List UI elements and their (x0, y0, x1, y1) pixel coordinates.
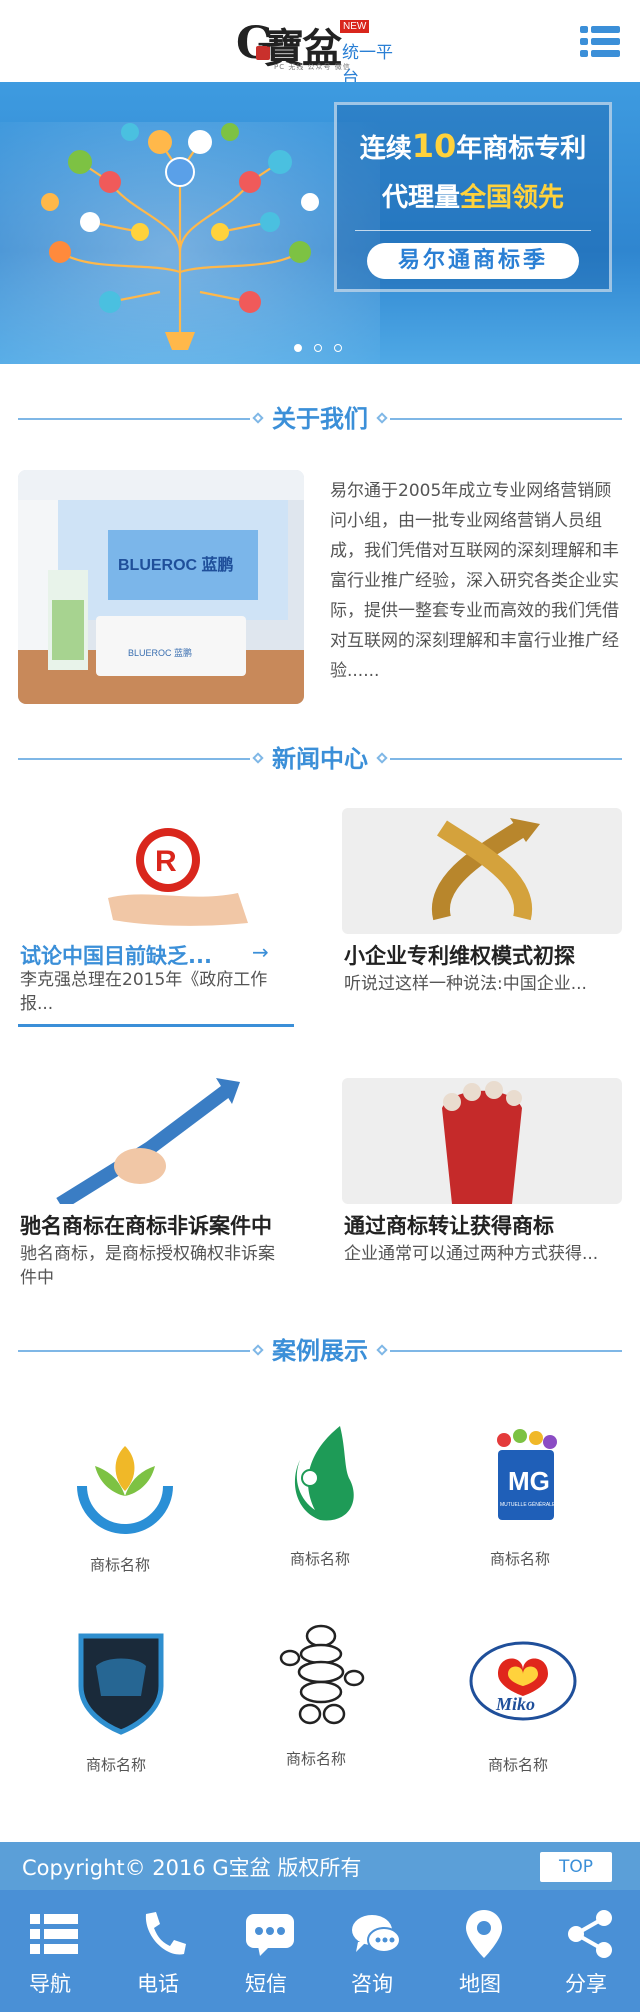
carousel-dot-1[interactable] (294, 344, 302, 352)
case-item-5[interactable]: 商标名称 (226, 1620, 406, 1790)
svg-text:R: R (155, 845, 177, 878)
nav-item-map[interactable]: 地图 (430, 1890, 536, 2012)
news-title[interactable]: 小企业专利维权模式初探 (344, 940, 620, 970)
nav-item-share[interactable]: 分享 (536, 1890, 640, 2012)
promo-line-1: 连续10年商标专利 (359, 127, 587, 165)
leaf-logo (77, 1446, 173, 1534)
cases-section-title: 案例展示 (18, 1336, 622, 1366)
nav-label: 短信 (245, 1972, 287, 1996)
miko-logo: Miko (469, 1641, 577, 1721)
back-to-top-button[interactable]: TOP (540, 1852, 612, 1882)
bottom-nav: 导航 电话 短信 咨询 地图 分享 (0, 1890, 640, 2012)
promo-box: 连续10年商标专利 代理量全国领先 易尔通商标季 (334, 102, 612, 292)
nav-item-phone[interactable]: 电话 (108, 1890, 214, 2012)
news-desc: 驰名商标，是商标授权确权非诉案件中 (20, 1244, 275, 1288)
red-foot-image (342, 1078, 622, 1204)
news-card-2[interactable]: 小企业专利维权模式初探 听说过这样一种说法:中国企业... (342, 808, 622, 1028)
copyright-bar: Copyright© 2016 G宝盆 版权所有 TOP (0, 1842, 640, 1890)
new-badge: NEW (340, 20, 370, 33)
nav-label: 导航 (29, 1972, 71, 1996)
map-pin-icon (466, 1910, 502, 1958)
carousel-dot-3[interactable] (334, 344, 342, 352)
case-name: 商标名称 (89, 1556, 150, 1574)
nav-item-consult[interactable]: 咨询 (322, 1890, 428, 2012)
green-flame-logo (294, 1426, 354, 1521)
promo-pill: 易尔通商标季 (367, 243, 579, 279)
news-card-3[interactable]: 驰名商标在商标非诉案件中 驰名商标，是商标授权确权非诉案件中 (0, 1078, 280, 1298)
share-icon (568, 1910, 612, 1958)
nav-label: 咨询 (351, 1972, 393, 1996)
brand-logo[interactable]: G 寶盆 NEW 统一平台 PC 无线 公众号 微信 (236, 16, 406, 88)
grid-menu-icon (30, 1914, 78, 1954)
news-desc: 听说过这样一种说法:中国企业... (344, 974, 587, 994)
svg-text:Miko: Miko (495, 1694, 535, 1714)
svg-text:MG: MG (508, 1466, 550, 1496)
gold-knot-image (342, 808, 622, 934)
nav-item-guide[interactable]: 导航 (0, 1890, 106, 2012)
case-name: 商标名称 (489, 1550, 550, 1568)
hero-banner[interactable]: 连续10年商标专利 代理量全国领先 易尔通商标季 (0, 82, 640, 364)
case-item-4[interactable]: 商标名称 (26, 1626, 206, 1796)
case-item-2[interactable]: 商标名称 (230, 1420, 410, 1590)
logo-tagline: 统一平台 (342, 43, 393, 88)
arrow-right-icon[interactable]: → (252, 940, 269, 964)
logo-subtitle: PC 无线 公众号 微信 (274, 63, 351, 71)
case-item-1[interactable]: 商标名称 (30, 1426, 210, 1596)
case-name: 商标名称 (289, 1550, 350, 1568)
news-desc: 企业通常可以通过两种方式获得... (344, 1244, 599, 1264)
nav-item-sms[interactable]: 短信 (216, 1890, 322, 2012)
network-tree-illustration (41, 123, 319, 350)
case-name: 商标名称 (85, 1756, 146, 1774)
active-underline (18, 1024, 294, 1027)
news-section-title: 新闻中心 (18, 744, 622, 774)
shield-logo (78, 1633, 164, 1735)
news-title[interactable]: 试论中国目前缺乏... (20, 940, 232, 970)
svg-text:BLUEROC 蓝鹏: BLUEROC 蓝鹏 (128, 647, 192, 658)
nav-label: 地图 (459, 1972, 501, 1996)
case-name: 商标名称 (285, 1750, 346, 1768)
case-item-6[interactable]: Miko 商标名称 (428, 1626, 608, 1796)
news-title[interactable]: 驰名商标在商标非诉案件中 (20, 1210, 296, 1240)
chat-icon (352, 1915, 401, 1953)
growth-arrow-image (0, 1078, 280, 1204)
svg-text:MUTUELLE GÉNÉRALE: MUTUELLE GÉNÉRALE (500, 1501, 556, 1508)
svg-text:BLUEROC 蓝鹏: BLUEROC 蓝鹏 (118, 555, 234, 574)
about-section-title: 关于我们 (18, 404, 622, 434)
michelin-man-logo (279, 1624, 365, 1725)
about-text: 易尔通于2005年成立专业网络营销顾问小组，由一批专业网络营销人员组成，我们凭借… (330, 481, 619, 681)
case-name: 商标名称 (487, 1756, 548, 1774)
carousel-dots[interactable] (290, 344, 350, 354)
office-photo: BLUEROC 蓝鹏 BLUEROC 蓝鹏 (18, 470, 304, 704)
promo-line-2: 代理量全国领先 (381, 183, 565, 213)
carousel-dot-2[interactable] (314, 344, 322, 352)
mg-mutuelle-logo: MG MUTUELLE GÉNÉRALE (497, 1429, 557, 1520)
nav-label: 电话 (137, 1972, 179, 1996)
phone-icon (145, 1912, 186, 1955)
news-card-1[interactable]: R 试论中国目前缺乏... → 李克强总理在2015年《政府工作报... (18, 808, 298, 1028)
news-desc: 李克强总理在2015年《政府工作报... (20, 970, 268, 1014)
case-item-3[interactable]: MG MUTUELLE GÉNÉRALE 商标名称 (430, 1420, 610, 1590)
header: G 寶盆 NEW 统一平台 PC 无线 公众号 微信 (0, 0, 640, 88)
registered-mark-image: R (18, 808, 298, 934)
menu-icon[interactable] (580, 26, 620, 58)
news-card-4[interactable]: 通过商标转让获得商标 企业通常可以通过两种方式获得... (342, 1078, 622, 1298)
news-title[interactable]: 通过商标转让获得商标 (344, 1210, 620, 1240)
copyright-text: Copyright© 2016 G宝盆 版权所有 (22, 1856, 362, 1880)
nav-label: 分享 (565, 1972, 607, 1996)
sms-icon (246, 1914, 294, 1956)
